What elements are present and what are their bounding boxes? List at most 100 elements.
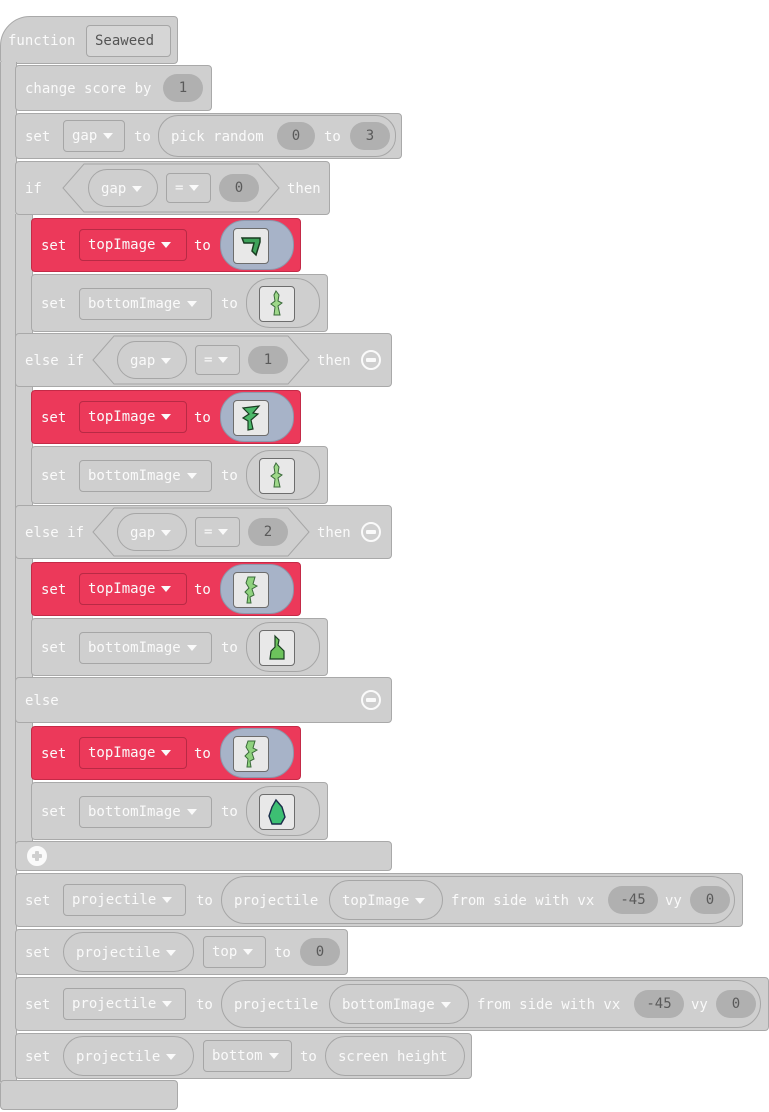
change-score-value[interactable]: 1 [163,74,203,102]
bottomimage-variable-dropdown[interactable]: bottomImage [79,796,212,828]
set-keyword: set [41,410,67,426]
topimage-variable-dropdown[interactable]: topImage [79,229,187,261]
topimage-reporter-label: topImage [342,893,410,909]
projectile-sprite-reporter[interactable]: projectile [63,932,194,972]
change-score-label: change score by [25,81,152,97]
gap-variable-dropdown[interactable]: gap [63,120,125,152]
else-if-1-compare-value[interactable]: 1 [248,346,288,374]
image-picker-slot[interactable] [220,220,294,270]
to-keyword: to [274,945,291,961]
top-position-value[interactable]: 0 [300,938,340,966]
if-compare-value[interactable]: 0 [219,174,259,202]
if-gap-dropdown[interactable]: gap [88,169,158,207]
chevron-down-icon [186,645,197,651]
remove-branch-icon[interactable] [361,522,381,542]
remove-branch-icon[interactable] [361,690,381,710]
remove-branch-icon[interactable] [361,350,381,370]
screen-height-reporter[interactable]: screen height [325,1036,465,1076]
image-picker-slot[interactable] [220,728,294,778]
bottomimage-reporter-label: bottomImage [342,997,435,1013]
projectile-sprite-label: projectile [76,945,161,961]
bottom-property-dropdown[interactable]: bottom [203,1040,292,1072]
else-if-2-gap-label: gap [130,525,156,541]
to-keyword: to [194,582,211,598]
else-if-1-gap-label: gap [130,353,156,369]
function-name-field[interactable]: Seaweed [86,25,171,57]
seaweed-stalk-icon [233,736,269,772]
topimage-label: topImage [88,409,156,425]
random-to-keyword: to [324,129,341,145]
from-side-label: from side with vx [477,997,621,1013]
seaweed-curl-icon [233,228,269,264]
function-name-label: Seaweed [95,33,155,49]
projectile-variable-label: projectile [72,892,157,908]
bottomimage-variable-dropdown[interactable]: bottomImage [79,632,212,664]
seaweed-stalk-icon [233,572,269,608]
image-picker-slot[interactable] [220,392,294,442]
vx-value[interactable]: -45 [634,990,684,1018]
projectile-sprite-reporter[interactable]: projectile [63,1036,194,1076]
else-if-2-compare-value[interactable]: 2 [248,518,288,546]
projectile-variable-dropdown[interactable]: projectile [63,884,186,916]
topimage-reporter[interactable]: topImage [329,880,443,920]
vx-value[interactable]: -45 [608,886,658,914]
vy-value[interactable]: 0 [690,886,730,914]
seaweed-tall-icon [259,458,295,494]
to-keyword: to [194,238,211,254]
if-operator-dropdown[interactable]: = [166,173,211,203]
set-keyword: set [41,468,67,484]
function-footer [0,1080,178,1110]
bottomimage-variable-dropdown[interactable]: bottomImage [79,288,212,320]
image-picker-slot[interactable] [246,450,320,500]
chevron-down-icon [161,242,172,248]
chevron-down-icon [186,809,197,815]
set-keyword: set [25,129,51,145]
else-header[interactable] [15,677,392,723]
top-property-dropdown[interactable]: top [203,936,266,968]
else-if-1-operator-label: = [204,352,213,368]
to-keyword: to [134,129,151,145]
topimage-variable-dropdown[interactable]: topImage [79,737,187,769]
else-if-1-operator-dropdown[interactable]: = [195,345,240,375]
else-if-2-operator-dropdown[interactable]: = [195,517,240,547]
set-keyword: set [41,804,67,820]
else-if-1-gap-dropdown[interactable]: gap [117,341,187,379]
projectile-func-label: projectile [234,893,319,909]
chevron-down-icon [186,301,197,307]
chevron-down-icon [166,950,177,956]
vy-label: vy [691,997,708,1013]
set-keyword: set [25,945,51,961]
chevron-down-icon [218,529,229,535]
seaweed-bush-icon [259,794,295,830]
bottomimage-label: bottomImage [88,468,181,484]
chevron-down-icon [161,750,172,756]
topimage-variable-dropdown[interactable]: topImage [79,401,187,433]
seaweed-tall-icon [259,286,295,322]
if-block-footer [15,841,392,871]
if-keyword: if [25,181,42,197]
topimage-variable-dropdown[interactable]: topImage [79,573,187,605]
random-min-value[interactable]: 0 [277,122,315,150]
chevron-down-icon [268,1053,279,1059]
chevron-down-icon [161,586,172,592]
image-picker-slot[interactable] [220,564,294,614]
image-picker-slot[interactable] [246,786,320,836]
chevron-down-icon [189,185,200,191]
set-keyword: set [41,746,67,762]
else-if-2-gap-dropdown[interactable]: gap [117,513,187,551]
add-branch-icon[interactable] [27,846,47,866]
chevron-down-icon [243,949,254,955]
bottomimage-reporter[interactable]: bottomImage [329,984,469,1024]
random-max-value[interactable]: 3 [350,122,390,150]
projectile-func-label: projectile [234,997,319,1013]
topimage-label: topImage [88,745,156,761]
function-keyword: function [8,33,76,49]
vy-value[interactable]: 0 [716,990,756,1018]
bottomimage-label: bottomImage [88,640,181,656]
topimage-label: topImage [88,581,156,597]
image-picker-slot[interactable] [246,278,320,328]
projectile-variable-dropdown[interactable]: projectile [63,988,186,1020]
bottomimage-variable-dropdown[interactable]: bottomImage [79,460,212,492]
bottomimage-label: bottomImage [88,296,181,312]
image-picker-slot[interactable] [246,622,320,672]
